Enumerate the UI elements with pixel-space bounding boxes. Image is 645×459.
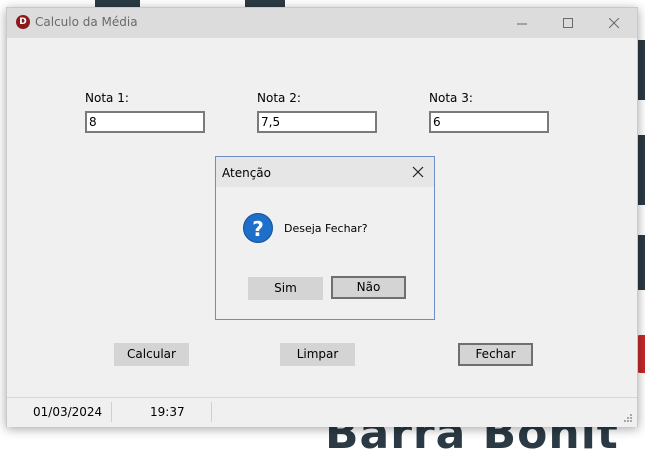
window-titlebar[interactable]: D Calculo da Média — [7, 8, 637, 38]
maximize-icon — [562, 17, 573, 28]
desktop-background-shape — [95, 0, 140, 7]
resize-grip-icon[interactable] — [624, 414, 633, 423]
minimize-icon — [516, 23, 527, 24]
maximize-button[interactable] — [545, 8, 591, 38]
question-icon: ? — [243, 213, 273, 243]
nota2-label: Nota 2: — [257, 91, 301, 105]
dialog-titlebar[interactable]: Atenção — [216, 157, 434, 187]
close-button[interactable] — [591, 8, 637, 38]
dialog-title: Atenção — [222, 166, 271, 180]
status-date: 01/03/2024 — [33, 405, 103, 419]
nao-button[interactable]: Não — [331, 276, 406, 299]
dialog-message: Deseja Fechar? — [284, 222, 368, 235]
close-icon — [608, 17, 619, 28]
minimize-button[interactable] — [499, 8, 545, 38]
fechar-button[interactable]: Fechar — [458, 343, 533, 366]
dialog-close-icon[interactable] — [412, 166, 424, 178]
confirm-dialog: Atenção ? Deseja Fechar? Sim Não — [215, 156, 435, 320]
status-divider — [111, 402, 112, 422]
sim-button[interactable]: Sim — [248, 277, 323, 300]
app-logo-icon: D — [16, 15, 30, 29]
status-bar: 01/03/2024 19:37 — [7, 397, 637, 427]
status-divider — [211, 402, 212, 422]
status-time: 19:37 — [150, 405, 185, 419]
nota3-label: Nota 3: — [429, 91, 473, 105]
window-title: Calculo da Média — [35, 15, 138, 29]
nota1-label: Nota 1: — [85, 91, 129, 105]
nota1-input[interactable]: 8 — [85, 111, 205, 133]
desktop-background-shape — [245, 0, 285, 7]
nota2-input[interactable]: 7,5 — [257, 111, 377, 133]
calcular-button[interactable]: Calcular — [114, 343, 189, 366]
nota3-input[interactable]: 6 — [429, 111, 549, 133]
limpar-button[interactable]: Limpar — [280, 343, 355, 366]
